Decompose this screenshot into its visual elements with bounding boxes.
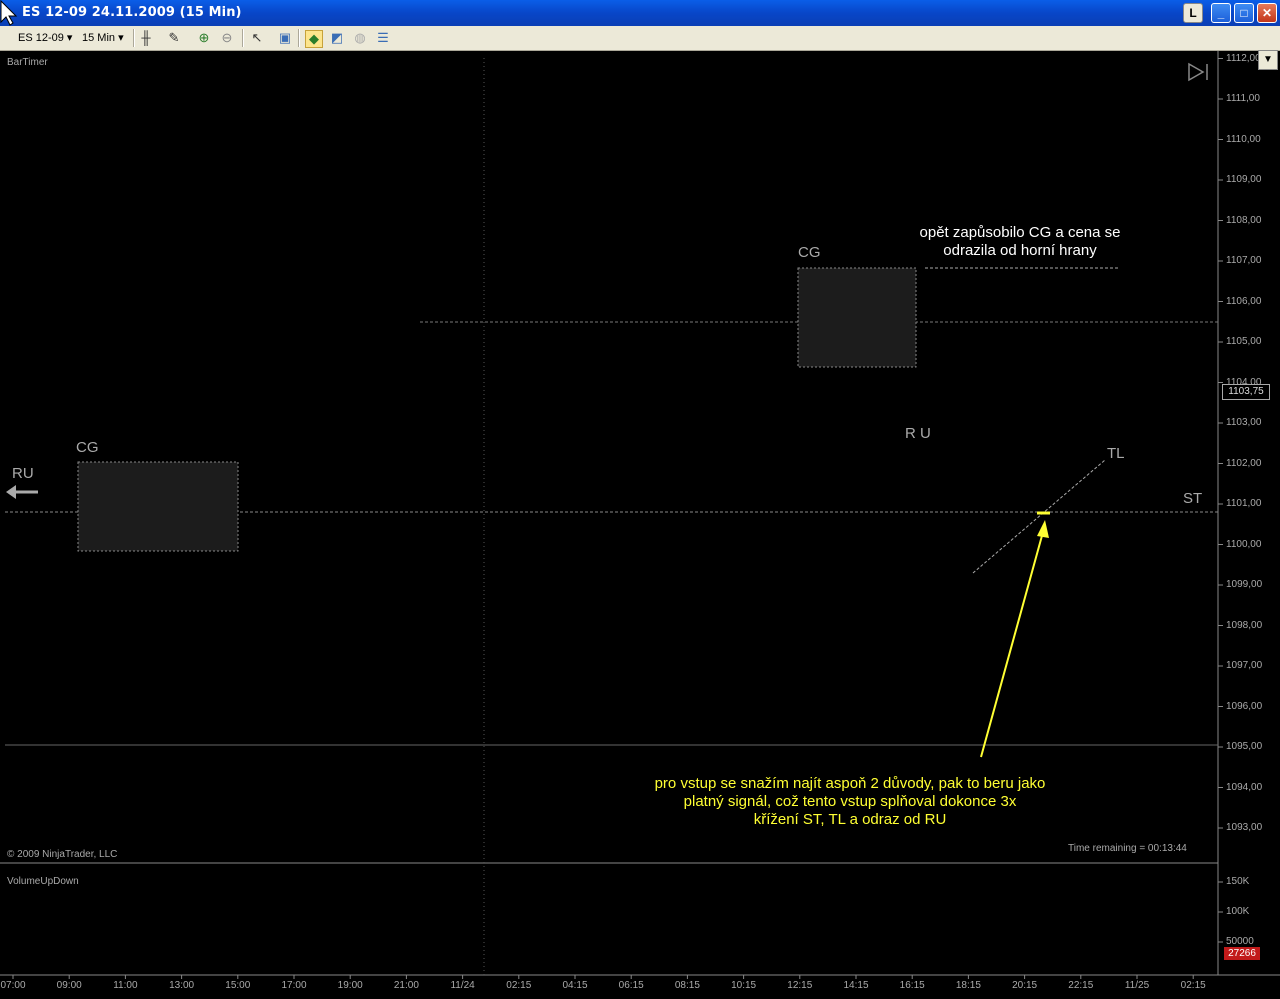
time-tick-label: 06:15 bbox=[618, 980, 644, 991]
time-tick-label: 14:15 bbox=[843, 980, 869, 991]
scroll-down-button[interactable]: ▼ bbox=[1258, 50, 1278, 70]
chart-toolbar: ES 12-09 ▾ 15 Min ▾ ╫ ✎ ⊕ ⊖ ↖ ▣ ◆ ◩ ◍ ☰ bbox=[0, 26, 1280, 51]
time-tick-label: 10:15 bbox=[731, 980, 757, 991]
properties-icon[interactable]: ▣ bbox=[277, 30, 293, 46]
price-tick-label: 1102,00 bbox=[1226, 457, 1262, 469]
price-tick-label: 1105,00 bbox=[1226, 336, 1262, 347]
link-button[interactable]: L bbox=[1183, 3, 1203, 23]
bottom-note: pro vstup se snažím najít aspoň 2 důvody… bbox=[600, 775, 1100, 829]
close-button[interactable]: ✕ bbox=[1257, 3, 1277, 23]
interval-selector[interactable]: 15 Min ▾ bbox=[82, 31, 124, 44]
toolbar-separator bbox=[242, 29, 244, 47]
price-chart[interactable] bbox=[0, 51, 1280, 999]
data-box-icon[interactable]: ☰ bbox=[375, 30, 391, 46]
toolbar-separator bbox=[133, 29, 135, 47]
time-tick-label: 19:00 bbox=[337, 980, 363, 991]
price-tick-label: 1101,00 bbox=[1226, 498, 1262, 509]
time-tick-label: 11/24 bbox=[450, 980, 475, 991]
time-tick-label: 07:00 bbox=[0, 980, 26, 991]
price-tick-label: 1103,00 bbox=[1226, 417, 1262, 428]
time-tick-label: 12:15 bbox=[787, 980, 813, 991]
scroll-to-end-icon[interactable] bbox=[1187, 62, 1211, 82]
time-tick-label: 02:15 bbox=[506, 980, 532, 991]
interval-value: 15 Min bbox=[82, 32, 116, 44]
volume-tick-label: 50000 bbox=[1226, 936, 1254, 947]
mouse-cursor-icon bbox=[0, 0, 18, 26]
zoom-out-icon[interactable]: ⊖ bbox=[219, 30, 235, 46]
time-tick-label: 08:15 bbox=[674, 980, 700, 991]
zoom-in-icon[interactable]: ⊕ bbox=[196, 30, 212, 46]
time-tick-label: 15:00 bbox=[225, 980, 251, 991]
volume-panel-label: VolumeUpDown bbox=[7, 876, 79, 887]
top-note-line-2: odrazila od horní hrany bbox=[943, 242, 1097, 259]
copyright-label: © 2009 NinjaTrader, LLC bbox=[7, 849, 118, 860]
time-tick-label: 09:00 bbox=[56, 980, 82, 991]
maximize-button[interactable]: □ bbox=[1234, 3, 1254, 23]
bar-type-icon[interactable]: ╫ bbox=[138, 30, 154, 46]
price-tick-label: 1095,00 bbox=[1226, 741, 1263, 752]
bottom-note-line-1: pro vstup se snažím najít aspoň 2 důvody… bbox=[654, 775, 1046, 792]
price-tick-label: 1111,00 bbox=[1226, 93, 1260, 104]
price-tick-label: 1098,00 bbox=[1226, 619, 1263, 631]
window-title: ES 12-09 24.11.2009 (15 Min) bbox=[22, 5, 242, 20]
volume-tick-label: 150K bbox=[1226, 876, 1250, 887]
drawing-tool-icon[interactable]: ✎ bbox=[166, 30, 182, 46]
price-tick-label: 1096,00 bbox=[1226, 700, 1263, 712]
time-tick-label: 21:00 bbox=[393, 980, 419, 991]
instrument-selector[interactable]: ES 12-09 ▾ bbox=[18, 31, 72, 44]
time-remaining-label: Time remaining = 00:13:44 bbox=[1068, 843, 1187, 854]
title-bar: ES 12-09 24.11.2009 (15 Min) L _ □ ✕ bbox=[0, 0, 1280, 26]
cg-left-box bbox=[77, 461, 239, 552]
current-volume-badge: 27266 bbox=[1224, 947, 1260, 960]
time-tick-label: 11/25 bbox=[1124, 980, 1150, 991]
instrument-value: ES 12-09 bbox=[18, 32, 64, 44]
time-tick-label: 18:15 bbox=[955, 980, 981, 991]
st-annotation: ST bbox=[1183, 490, 1203, 507]
bottom-note-line-2: platný signál, což tento vstup splňoval … bbox=[683, 793, 1017, 810]
price-tick-label: 1108,00 bbox=[1226, 214, 1262, 226]
price-tick-label: 1106,00 bbox=[1226, 295, 1262, 307]
price-tick-label: 1112,00 bbox=[1226, 52, 1261, 64]
time-tick-label: 02:15 bbox=[1180, 980, 1206, 991]
strategy-icon[interactable]: ◆ bbox=[305, 30, 323, 48]
pointer-icon[interactable]: ↖ bbox=[249, 30, 265, 46]
cg-right-annotation: CG bbox=[798, 244, 821, 261]
time-tick-label: 16:15 bbox=[899, 980, 925, 991]
time-tick-label: 20:15 bbox=[1012, 980, 1038, 991]
ru-left-annotation: RU bbox=[12, 465, 34, 482]
price-tick-label: 1100,00 bbox=[1226, 538, 1262, 550]
price-tick-label: 1097,00 bbox=[1226, 660, 1263, 671]
indicators-icon[interactable]: ◩ bbox=[329, 30, 345, 46]
price-tick-label: 1107,00 bbox=[1226, 255, 1262, 266]
bartimer-label: BarTimer bbox=[7, 57, 48, 68]
minimize-button[interactable]: _ bbox=[1211, 3, 1231, 23]
price-tick-label: 1093,00 bbox=[1226, 822, 1263, 833]
price-tick-label: 1099,00 bbox=[1226, 579, 1263, 590]
bottom-note-line-3: křížení ST, TL a odraz od RU bbox=[753, 811, 947, 828]
cg-left-annotation: CG bbox=[76, 439, 99, 456]
price-tick-label: 1110,00 bbox=[1226, 133, 1261, 145]
cg-right-box bbox=[797, 267, 917, 368]
price-tick-label: 1094,00 bbox=[1226, 781, 1263, 793]
toolbar-separator bbox=[298, 29, 300, 47]
time-tick-label: 22:15 bbox=[1068, 980, 1094, 991]
tl-annotation: TL bbox=[1107, 445, 1125, 462]
time-tick-label: 17:00 bbox=[281, 980, 307, 991]
current-price-badge: 1103,75 bbox=[1222, 384, 1270, 400]
volume-tick-label: 100K bbox=[1226, 906, 1250, 917]
top-note: opět zapůsobilo CG a cena se odrazila od… bbox=[890, 224, 1150, 260]
price-tick-label: 1109,00 bbox=[1226, 174, 1262, 185]
time-tick-label: 04:15 bbox=[562, 980, 588, 991]
disabled-icon: ◍ bbox=[354, 30, 366, 45]
ru-right-annotation: R U bbox=[905, 425, 931, 442]
time-tick-label: 13:00 bbox=[169, 980, 195, 991]
time-tick-label: 11:00 bbox=[113, 980, 138, 991]
top-note-line-1: opět zapůsobilo CG a cena se bbox=[919, 224, 1121, 241]
